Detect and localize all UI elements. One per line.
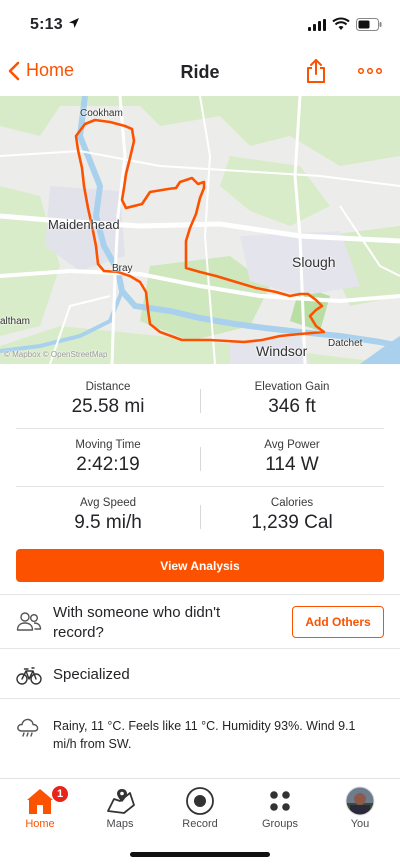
map-label-windsor: Windsor bbox=[256, 343, 308, 359]
stat-avg-power: Avg Power 114 W bbox=[200, 429, 384, 486]
gear-name: Specialized bbox=[53, 666, 130, 683]
map-label-waltham: altham bbox=[0, 316, 31, 327]
stat-value: 9.5 mi/h bbox=[74, 512, 142, 533]
stat-moving-time: Moving Time 2:42:19 bbox=[16, 429, 200, 486]
add-others-prompt: With someone who didn't record? bbox=[53, 604, 221, 641]
page-title: Ride bbox=[180, 62, 220, 82]
tab-you[interactable]: You bbox=[320, 779, 400, 839]
home-indicator bbox=[130, 852, 270, 857]
bike-icon bbox=[16, 667, 42, 685]
route-map[interactable]: Cookham Maidenhead Bray Slough Windsor D… bbox=[0, 96, 400, 364]
people-icon bbox=[16, 612, 42, 631]
activity-stats: Distance 25.58 mi Elevation Gain 346 ft … bbox=[16, 371, 384, 545]
divider bbox=[200, 389, 201, 413]
tab-label: Home bbox=[25, 818, 55, 830]
stat-value: 346 ft bbox=[268, 396, 316, 417]
stat-value: 1,239 Cal bbox=[251, 512, 333, 533]
record-icon bbox=[186, 787, 214, 815]
location-arrow-icon bbox=[69, 18, 79, 28]
gear-row[interactable]: Specialized bbox=[0, 648, 400, 698]
tab-label: Maps bbox=[106, 818, 134, 830]
add-others-button[interactable]: Add Others bbox=[292, 606, 384, 638]
stat-label: Distance bbox=[85, 381, 131, 393]
stats-row: Distance 25.58 mi Elevation Gain 346 ft bbox=[16, 371, 384, 429]
stat-label: Calories bbox=[270, 497, 314, 509]
stat-avg-speed: Avg Speed 9.5 mi/h bbox=[16, 487, 200, 545]
weather-summary: Rainy, 11 °C. Feels like 11 °C. Humidity… bbox=[53, 719, 356, 751]
groups-icon bbox=[270, 791, 290, 811]
tab-label: Record bbox=[182, 818, 218, 830]
tab-home[interactable]: 1 Home bbox=[0, 779, 80, 839]
map-label-maidenhead: Maidenhead bbox=[48, 217, 120, 232]
wifi-icon bbox=[332, 17, 350, 30]
tab-record[interactable]: Record bbox=[160, 779, 240, 839]
more-options-icon[interactable] bbox=[358, 68, 382, 74]
maps-icon bbox=[107, 789, 135, 814]
map-label-datchet: Datchet bbox=[328, 338, 363, 349]
rain-cloud-icon bbox=[17, 718, 39, 737]
stat-label: Avg Speed bbox=[79, 497, 137, 509]
avatar bbox=[345, 786, 375, 816]
weather-row: Rainy, 11 °C. Feels like 11 °C. Humidity… bbox=[0, 698, 400, 768]
nav-bar: Home Ride bbox=[0, 50, 400, 96]
add-others-row: With someone who didn't record? Add Othe… bbox=[0, 594, 400, 648]
notification-badge: 1 bbox=[51, 785, 69, 803]
stat-label: Elevation Gain bbox=[254, 381, 330, 393]
map-label-cookham: Cookham bbox=[80, 108, 123, 119]
stats-row: Moving Time 2:42:19 Avg Power 114 W bbox=[16, 429, 384, 487]
divider bbox=[200, 447, 201, 471]
tab-maps[interactable]: Maps bbox=[80, 779, 160, 839]
status-time: 5:13 bbox=[30, 16, 63, 33]
stat-label: Avg Power bbox=[264, 439, 320, 451]
stat-value: 114 W bbox=[265, 454, 319, 475]
share-icon[interactable] bbox=[305, 58, 327, 84]
stat-label: Moving Time bbox=[75, 439, 141, 451]
map-label-bray: Bray bbox=[112, 263, 133, 274]
stat-calories: Calories 1,239 Cal bbox=[200, 487, 384, 545]
stat-distance: Distance 25.58 mi bbox=[16, 371, 200, 428]
map-label-slough: Slough bbox=[292, 254, 336, 270]
status-bar: 5:13 bbox=[0, 0, 400, 50]
divider bbox=[200, 505, 201, 529]
map-attribution: © Mapbox © OpenStreetMap bbox=[4, 350, 108, 359]
stat-elevation-gain: Elevation Gain 346 ft bbox=[200, 371, 384, 428]
view-analysis-button[interactable]: View Analysis bbox=[16, 549, 384, 582]
tab-label: You bbox=[350, 818, 370, 830]
battery-icon bbox=[356, 18, 382, 31]
cellular-signal-icon bbox=[308, 19, 326, 31]
stat-value: 25.58 mi bbox=[71, 396, 145, 417]
tab-groups[interactable]: Groups bbox=[240, 779, 320, 839]
tab-label: Groups bbox=[261, 818, 299, 830]
stat-value: 2:42:19 bbox=[76, 454, 140, 475]
stats-row: Avg Speed 9.5 mi/h Calories 1,239 Cal bbox=[16, 487, 384, 545]
